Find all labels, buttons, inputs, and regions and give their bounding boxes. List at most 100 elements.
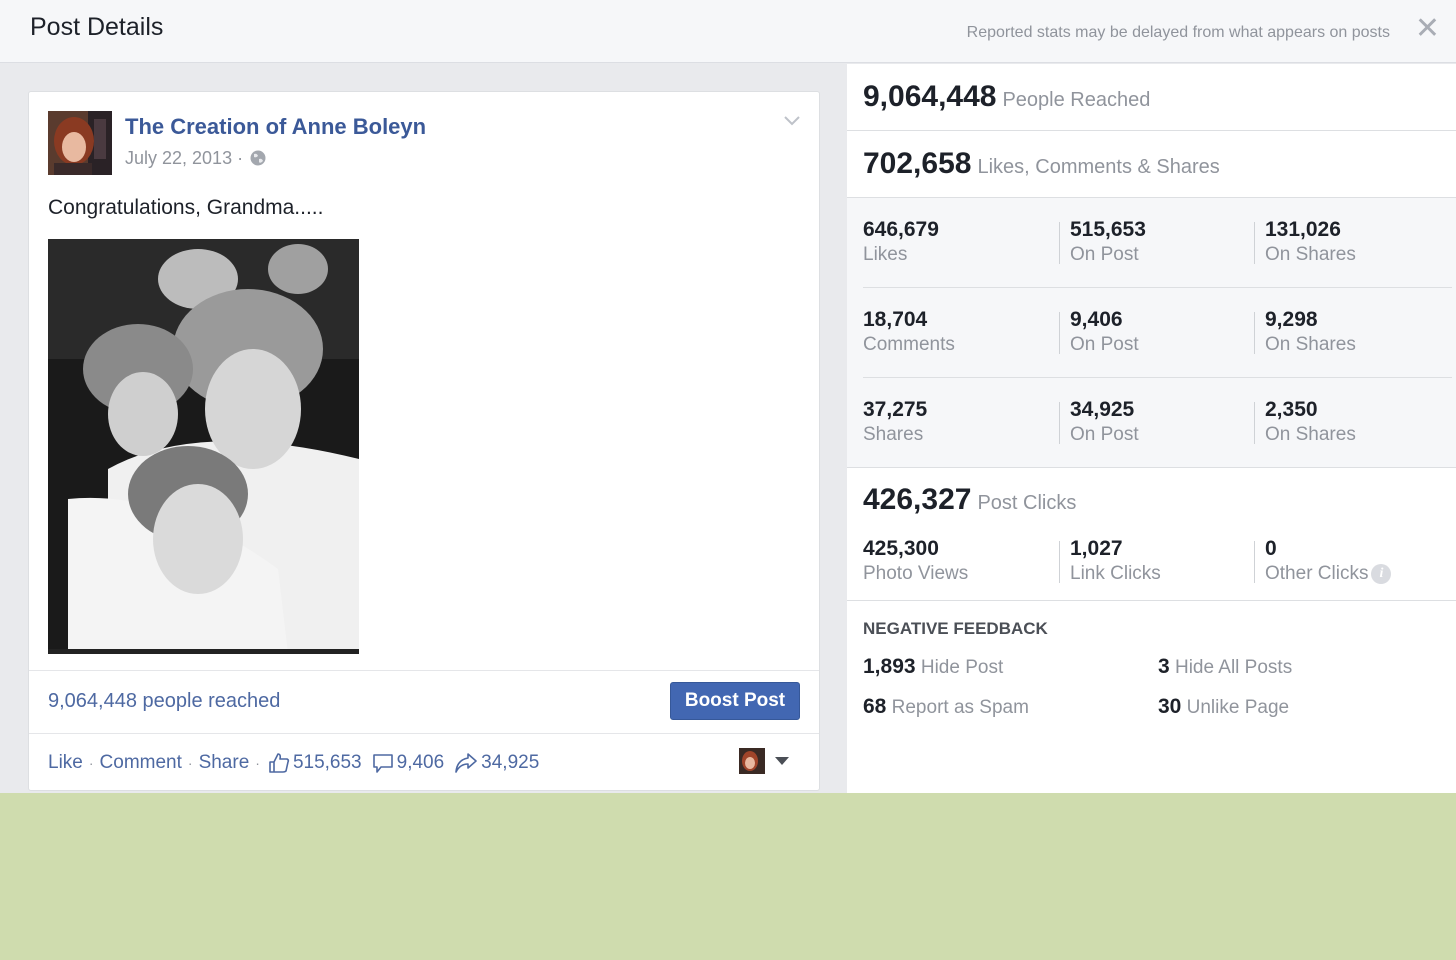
stat-label: Hide Post — [920, 657, 1004, 678]
chevron-down-icon[interactable] — [783, 114, 801, 132]
stat-label: On Shares — [1265, 424, 1356, 445]
post-text: Congratulations, Grandma..... — [48, 196, 324, 219]
divider — [29, 670, 819, 671]
boost-post-button[interactable]: Boost Post — [670, 682, 800, 720]
stat-value: 9,298 — [1265, 308, 1318, 331]
separator: · — [255, 755, 260, 771]
unlike-page-stat: 30 Unlike Page — [1158, 695, 1289, 719]
stat-label: Unlike Page — [1186, 697, 1290, 718]
stat-label: Hide All Posts — [1174, 657, 1293, 678]
stat-cell: 425,300 Photo Views — [863, 537, 968, 587]
comment-link[interactable]: Comment — [100, 752, 182, 774]
shares-count-value: 34,925 — [481, 752, 540, 773]
engagement-value: 702,658 — [863, 147, 972, 180]
stat-label: Photo Views — [863, 563, 969, 584]
people-reached-link[interactable]: 9,064,448 people reached — [48, 690, 280, 713]
people-reached-label: People Reached — [1002, 89, 1151, 111]
stats-delay-note: Reported stats may be delayed from what … — [966, 24, 1390, 41]
page-avatar-small — [739, 748, 765, 774]
stat-value: 34,925 — [1070, 398, 1135, 421]
stat-label: On Shares — [1265, 244, 1356, 265]
divider — [1254, 312, 1255, 354]
comments-breakdown-row: 18,704 Comments 9,406 On Post 9,298 On Shar… — [847, 288, 1456, 378]
divider — [1059, 312, 1060, 354]
stat-value: 37,275 — [863, 398, 928, 421]
comment-icon — [372, 754, 393, 773]
report-spam-stat: 68 Report as Spam — [863, 695, 1029, 719]
divider — [29, 733, 819, 734]
divider — [1059, 402, 1060, 444]
stat-value: 0 — [1265, 537, 1277, 560]
post-actions-bar: Like · Comment · Share · 515,653 9,406 3… — [48, 752, 547, 774]
page-name-link[interactable]: The Creation of Anne Boleyn — [125, 114, 426, 140]
hide-all-posts-stat: 3 Hide All Posts — [1158, 655, 1292, 679]
separator: · — [187, 755, 193, 771]
stat-label: Link Clicks — [1070, 563, 1161, 584]
likes-count-value: 515,653 — [292, 752, 362, 773]
stat-label: On Shares — [1265, 334, 1356, 355]
separator: · — [88, 755, 94, 771]
stat-label: On Post — [1070, 424, 1139, 445]
hide-post-stat: 1,893 Hide Post — [863, 655, 1003, 679]
stat-label: On Post — [1070, 244, 1139, 265]
shares-count[interactable]: 34,925 — [454, 752, 539, 774]
post-clicks-label: Post Clicks — [977, 492, 1077, 514]
stat-value: 425,300 — [863, 537, 939, 560]
stat-label: Comments — [863, 334, 955, 355]
stat-cell: 9,406 On Post — [1070, 308, 1139, 358]
close-icon[interactable]: ✕ — [1415, 14, 1440, 44]
share-link[interactable]: Share — [199, 752, 250, 774]
share-arrow-icon — [455, 753, 477, 773]
stat-label: Other Clicks i — [1265, 561, 1392, 587]
stat-cell: 9,298 On Shares — [1265, 308, 1356, 358]
stat-cell: 515,653 On Post — [1070, 218, 1146, 268]
stat-cell: 646,679 Likes — [863, 218, 939, 268]
stat-label: Shares — [863, 424, 924, 445]
engagement-row: 702,658 Likes, Comments & Shares — [847, 131, 1456, 198]
divider — [1059, 541, 1060, 583]
caret-down-icon — [775, 756, 789, 765]
stat-cell: 37,275 Shares — [863, 398, 927, 448]
negative-feedback-section: NEGATIVE FEEDBACK 1,893 Hide Post 3 Hide… — [847, 602, 1456, 793]
engagement-stat: 702,658 Likes, Comments & Shares — [863, 147, 1220, 181]
stat-cell: 131,026 On Shares — [1265, 218, 1356, 268]
engagement-label: Likes, Comments & Shares — [977, 156, 1220, 178]
stat-value: 68 — [863, 695, 887, 718]
thumbs-up-icon — [269, 753, 290, 773]
post-as-selector[interactable] — [739, 748, 789, 774]
stat-value: 2,350 — [1265, 398, 1318, 421]
stat-value: 9,406 — [1070, 308, 1123, 331]
stat-cell: 0 Other Clicks i — [1265, 537, 1392, 587]
negative-feedback-title: NEGATIVE FEEDBACK — [863, 619, 1048, 638]
stat-value: 131,026 — [1265, 218, 1341, 241]
people-reached-stat: 9,064,448 People Reached — [863, 80, 1150, 114]
dialog-title: Post Details — [30, 13, 164, 41]
like-link[interactable]: Like — [48, 752, 83, 774]
stat-value: 30 — [1158, 695, 1182, 718]
stat-value: 3 — [1158, 655, 1170, 678]
people-reached-row: 9,064,448 People Reached — [847, 64, 1456, 131]
page-avatar[interactable] — [48, 111, 112, 175]
stat-label: On Post — [1070, 334, 1139, 355]
likes-breakdown-row: 646,679 Likes 515,653 On Post 131,026 On Sh… — [847, 198, 1456, 288]
post-date[interactable]: July 22, 2013 · — [125, 148, 243, 168]
shares-breakdown-row: 37,275 Shares 34,925 On Post 2,350 On Share… — [847, 378, 1456, 468]
post-photo[interactable] — [48, 239, 359, 654]
comments-count-value: 9,406 — [396, 752, 445, 773]
stat-value: 515,653 — [1070, 218, 1146, 241]
outside-background — [0, 793, 1456, 960]
engagement-breakdown: 646,679 Likes 515,653 On Post 131,026 On Sh… — [847, 198, 1456, 468]
stat-value: 1,027 — [1070, 537, 1123, 560]
globe-icon — [250, 150, 266, 171]
likes-count[interactable]: 515,653 — [268, 752, 362, 774]
other-clicks-label: Other Clicks — [1265, 563, 1369, 584]
stat-label: Report as Spam — [891, 697, 1029, 718]
stat-cell: 2,350 On Shares — [1265, 398, 1356, 448]
stat-value: 18,704 — [863, 308, 928, 331]
stat-cell: 1,027 Link Clicks — [1070, 537, 1161, 587]
stat-cell: 18,704 Comments — [863, 308, 955, 358]
comments-count[interactable]: 9,406 — [372, 752, 445, 774]
info-icon[interactable]: i — [1371, 564, 1392, 584]
post-details-dialog: Post Details Reported stats may be delay… — [0, 0, 1456, 793]
stat-cell: 34,925 On Post — [1070, 398, 1139, 448]
